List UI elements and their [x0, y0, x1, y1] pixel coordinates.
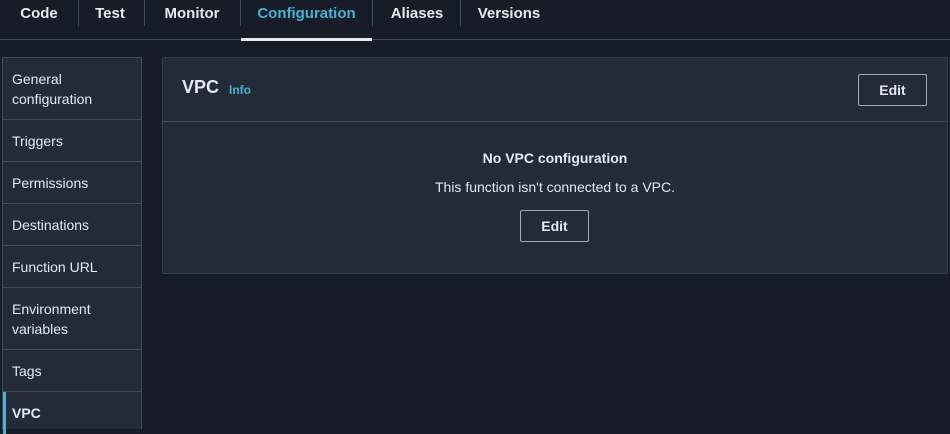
panel-title: VPC	[182, 77, 220, 97]
tab-aliases[interactable]: Aliases	[376, 0, 458, 40]
sidebar-item-label: VPC	[12, 405, 41, 421]
sidebar-item-vpc[interactable]: VPC	[3, 392, 141, 434]
tab-separator	[78, 0, 79, 26]
tab-bar: Code Test Monitor Configuration Aliases …	[0, 0, 950, 41]
sidebar-item-environment-variables[interactable]: Environment variables	[3, 288, 141, 350]
tab-separator	[372, 0, 373, 26]
sidebar-item-label: Triggers	[12, 132, 63, 149]
sidebar-item-label: Destinations	[12, 216, 90, 233]
tab-test[interactable]: Test	[82, 0, 138, 40]
tab-monitor[interactable]: Monitor	[150, 0, 234, 40]
tab-separator	[144, 0, 145, 26]
tab-configuration[interactable]: Configuration	[241, 0, 372, 41]
edit-button[interactable]: Edit	[858, 74, 927, 106]
tab-versions[interactable]: Versions	[466, 0, 552, 40]
sidebar-item-label: General configuration	[12, 70, 93, 107]
sidebar-item-triggers[interactable]: Triggers	[3, 120, 141, 162]
configuration-sidebar: General configuration Triggers Permissio…	[2, 57, 142, 434]
sidebar-item-general-configuration[interactable]: General configuration	[3, 58, 141, 120]
info-link[interactable]: Info	[229, 83, 251, 97]
sidebar-item-tags[interactable]: Tags	[3, 350, 141, 392]
tab-code[interactable]: Code	[8, 0, 70, 40]
panel-header: VPC Info Edit	[163, 58, 947, 122]
tab-separator	[460, 0, 461, 26]
sidebar-item-destinations[interactable]: Destinations	[3, 204, 141, 246]
sidebar-item-label: Function URL	[12, 258, 98, 275]
sidebar-item-function-url[interactable]: Function URL	[3, 246, 141, 288]
sidebar-item-label: Tags	[12, 362, 42, 379]
sidebar-item-permissions[interactable]: Permissions	[3, 162, 141, 204]
sidebar-item-label: Environment variables	[12, 300, 91, 337]
empty-state-description: This function isn't connected to a VPC.	[434, 179, 676, 195]
empty-state-edit-button[interactable]: Edit	[520, 210, 589, 242]
vpc-panel: VPC Info Edit No VPC configuration This …	[162, 57, 948, 274]
empty-state-title: No VPC configuration	[482, 150, 628, 166]
sidebar-item-label: Permissions	[12, 174, 89, 191]
